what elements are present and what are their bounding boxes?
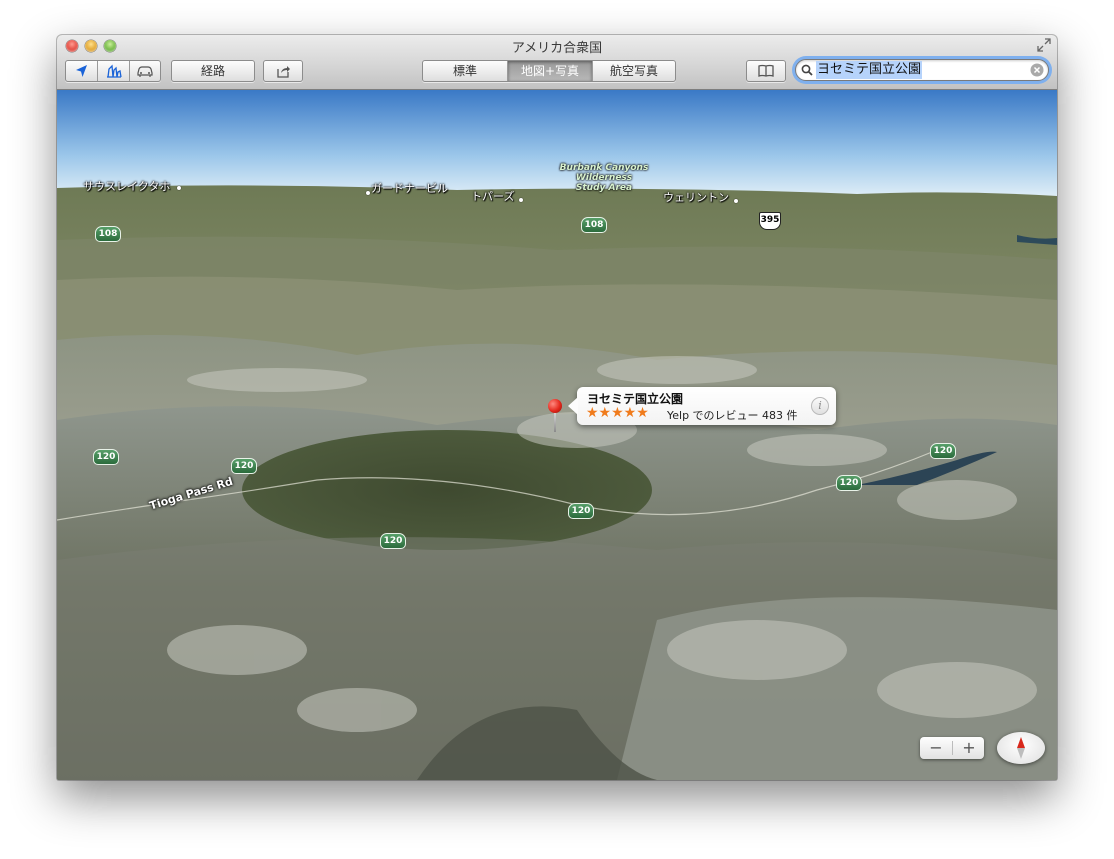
place-dot (177, 186, 181, 190)
mode-satellite[interactable]: 航空写真 (593, 61, 675, 81)
window-title: アメリカ合衆国 (511, 41, 603, 56)
map-view[interactable]: サウスレイクタホ ガードナービル トパーズ ウェリントン Burbank Can… (57, 90, 1057, 780)
zoom-in-button[interactable]: + (953, 737, 985, 759)
clear-x-icon[interactable] (1030, 63, 1044, 77)
place-callout[interactable]: ヨセミテ国立公園 ★★★★★ Yelp でのレビュー 483 件 i (568, 387, 836, 425)
directions-button[interactable]: 経路 (171, 60, 255, 82)
route-shield-120[interactable]: 120 (836, 475, 862, 491)
pin-needle (554, 412, 556, 432)
wilderness-area-label[interactable]: Burbank Canyons Wilderness Study Area (557, 163, 651, 193)
place-label-wellington[interactable]: ウェリントン (663, 189, 729, 205)
callout-arrow (568, 397, 578, 415)
3d-button[interactable] (98, 61, 129, 81)
satellite-terrain (57, 90, 1057, 780)
place-dot (366, 191, 370, 195)
place-label-gardnerville[interactable]: ガードナービル (371, 180, 448, 196)
red-pin-icon[interactable] (548, 399, 562, 413)
review-count: Yelp でのレビュー 483 件 (667, 409, 798, 422)
route-shield-120[interactable]: 120 (930, 443, 956, 459)
info-i-icon[interactable]: i (811, 397, 829, 415)
search-field[interactable]: ヨセミテ国立公園 (795, 59, 1049, 81)
place-dot (519, 198, 523, 202)
us-route-shield-395[interactable]: 395 (759, 212, 781, 230)
3d-buildings-icon (106, 64, 122, 78)
route-shield-120[interactable]: 120 (231, 458, 257, 474)
mode-hybrid[interactable]: 地図+写真 (508, 61, 592, 81)
car-traffic-icon (137, 66, 153, 77)
mode-standard[interactable]: 標準 (423, 61, 507, 81)
compass-button[interactable] (997, 732, 1045, 764)
traffic-button[interactable] (130, 61, 160, 81)
search-input[interactable]: ヨセミテ国立公園 (816, 61, 923, 79)
route-shield-108[interactable]: 108 (95, 226, 121, 242)
compass-needle-icon (1017, 737, 1025, 759)
route-shield-120[interactable]: 120 (568, 503, 594, 519)
place-label-south-lake-tahoe[interactable]: サウスレイクタホ (83, 178, 170, 194)
zoom-out-button[interactable]: − (920, 737, 952, 759)
place-dot (734, 199, 738, 203)
fullscreen-icon[interactable] (1037, 38, 1051, 52)
maps-window: アメリカ合衆国 経路 標準 地図+写真 航空写真 ヨセミテ国立公園 サウスレイク… (57, 35, 1057, 780)
bookmarks-button[interactable] (746, 60, 786, 82)
share-icon (277, 66, 290, 78)
location-arrow-icon (75, 65, 87, 77)
rating-stars-icon: ★★★★★ (586, 405, 649, 421)
titlebar: アメリカ合衆国 経路 標準 地図+写真 航空写真 ヨセミテ国立公園 (57, 35, 1057, 90)
zoom-control: − + (920, 737, 984, 759)
share-button[interactable] (263, 60, 303, 82)
view-controls-segment (65, 60, 161, 82)
map-mode-segment: 標準 地図+写真 航空写真 (422, 60, 676, 82)
magnifier-icon (801, 64, 813, 76)
route-shield-120[interactable]: 120 (380, 533, 406, 549)
place-label-topaz[interactable]: トパーズ (471, 188, 514, 204)
route-shield-108[interactable]: 108 (581, 217, 607, 233)
bookmarks-book-icon (758, 64, 774, 77)
route-shield-120[interactable]: 120 (93, 449, 119, 465)
current-location-button[interactable] (66, 61, 97, 81)
